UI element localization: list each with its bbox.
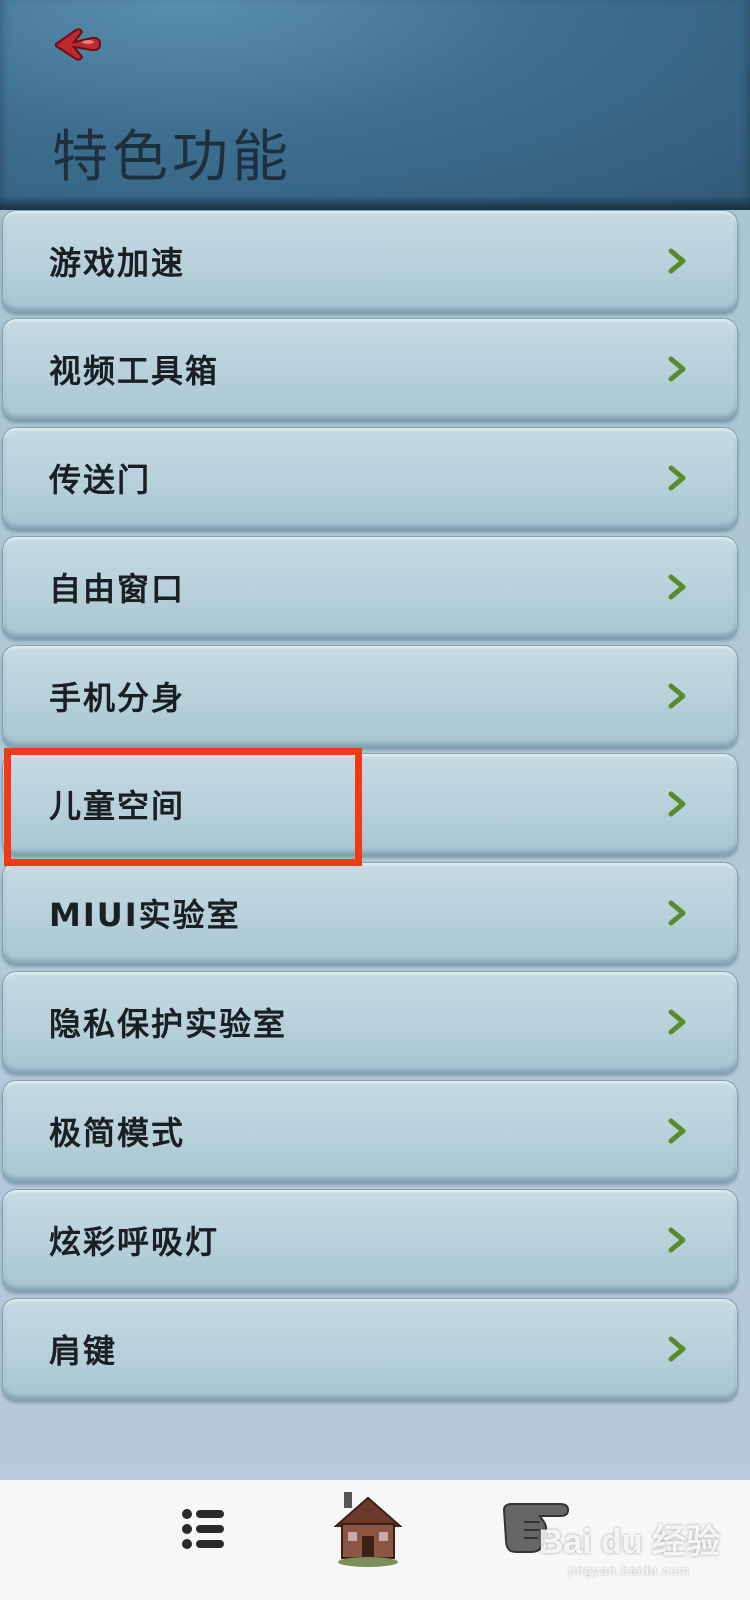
list-item-label: 儿童空间 (49, 787, 186, 825)
list-item-label: 极简模式 (49, 1114, 186, 1152)
back-button[interactable] (50, 22, 110, 72)
chevron-right-icon (668, 683, 686, 709)
chevron-right-icon (668, 1336, 686, 1362)
list-item-dual-apps[interactable]: 手机分身 (2, 645, 738, 747)
watermark-main: Bai du 经验 (538, 1523, 720, 1561)
chevron-right-icon (668, 1227, 686, 1253)
list-item-label: 传送门 (49, 461, 152, 499)
list-item-video-toolbox[interactable]: 视频工具箱 (2, 318, 738, 420)
list-item-free-window[interactable]: 自由窗口 (2, 536, 738, 638)
list-item-minimal-mode[interactable]: 极简模式 (2, 1080, 738, 1182)
list-item-privacy-lab[interactable]: 隐私保护实验室 (2, 971, 738, 1073)
chevron-right-icon (668, 574, 686, 600)
back-arrow-icon (55, 28, 102, 61)
chevron-right-icon (668, 1118, 686, 1144)
menu-list-icon (182, 1509, 224, 1549)
list-item-breathing-light[interactable]: 炫彩呼吸灯 (2, 1189, 738, 1291)
list-item-portal[interactable]: 传送门 (2, 427, 738, 529)
chevron-right-icon (668, 1009, 686, 1035)
list-item-label: 隐私保护实验室 (49, 1005, 288, 1043)
list-item-label: 自由窗口 (49, 570, 186, 608)
chevron-right-icon (668, 900, 686, 926)
list-item-kids-space[interactable]: 儿童空间 (2, 753, 738, 855)
chevron-right-icon (668, 791, 686, 817)
nav-menu-button[interactable] (178, 1504, 228, 1554)
list-item-label: MIUI实验室 (49, 896, 241, 934)
list-item-label: 视频工具箱 (49, 352, 220, 390)
list-item-miui-lab[interactable]: MIUI实验室 (2, 862, 738, 964)
list-item-label: 肩键 (49, 1332, 118, 1370)
chevron-right-icon (668, 356, 686, 382)
watermark-sub: jingyan.baidu.com (568, 1563, 691, 1578)
home-house-icon (333, 1492, 403, 1567)
list-item-shoulder-keys[interactable]: 肩键 (2, 1298, 738, 1400)
chevron-right-icon (668, 465, 686, 491)
list-item-label: 游戏加速 (49, 244, 186, 282)
nav-home-button[interactable] (333, 1492, 403, 1568)
list-item-label: 手机分身 (49, 679, 186, 717)
header-bar: 特色功能 (0, 0, 750, 210)
list-item-label: 炫彩呼吸灯 (49, 1223, 220, 1261)
chevron-right-icon (668, 248, 686, 274)
page-title: 特色功能 (52, 125, 292, 190)
watermark: Bai du 经验 jingyan.baidu.com (539, 1514, 720, 1578)
bottom-navigation-bar: Bai du 经验 jingyan.baidu.com (0, 1480, 750, 1600)
list-item-game-boost[interactable]: 游戏加速 (2, 210, 738, 312)
